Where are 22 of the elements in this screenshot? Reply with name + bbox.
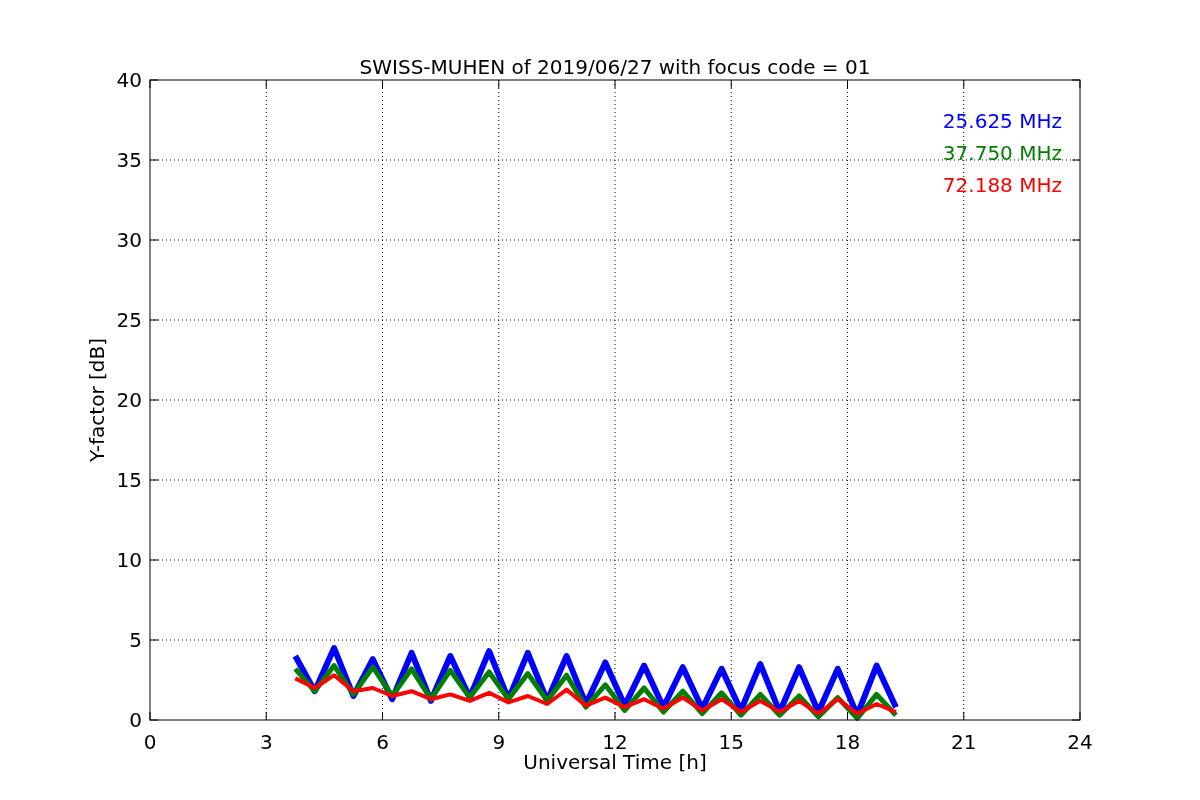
legend-label: 72.188 MHz <box>942 173 1062 197</box>
y-tick-label: 15 <box>116 468 142 492</box>
x-tick-label: 3 <box>259 730 273 754</box>
y-tick-label: 10 <box>116 548 142 572</box>
y-tick-label: 0 <box>129 708 142 732</box>
y-tick-label: 20 <box>116 388 142 412</box>
legend-label: 25.625 MHz <box>942 109 1062 133</box>
x-tick-label: 6 <box>376 730 389 754</box>
chart-title: SWISS-MUHEN of 2019/06/27 with focus code = 01 <box>359 55 871 79</box>
legend-label: 37.750 MHz <box>942 141 1062 165</box>
x-tick-label: 21 <box>951 730 977 754</box>
x-tick-label: 9 <box>492 730 506 754</box>
x-tick-label: 24 <box>1067 730 1093 754</box>
x-tick-label: 15 <box>718 730 744 754</box>
y-tick-label: 5 <box>129 628 142 652</box>
x-tick-label: 18 <box>834 730 861 754</box>
y-tick-label: 30 <box>116 228 142 252</box>
y-axis-label: Y-factor [dB] <box>85 338 109 462</box>
y-tick-label: 40 <box>116 68 142 92</box>
x-tick-label: 0 <box>143 730 157 754</box>
y-tick-label: 25 <box>116 308 142 332</box>
y-tick-label: 35 <box>116 148 142 172</box>
